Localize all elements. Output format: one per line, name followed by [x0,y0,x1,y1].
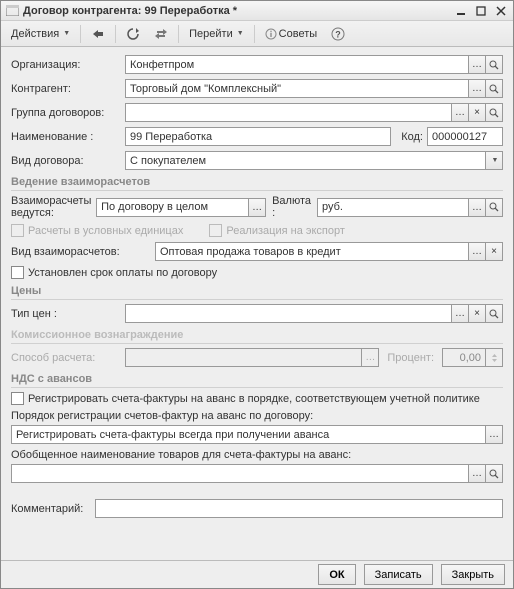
register-invoices-checkbox[interactable] [11,392,24,405]
registration-order-label: Порядок регистрации счетов-фактур на ава… [11,410,503,422]
toolbar: Действия ▼ Перейти ▼ Советы ? [1,21,513,47]
select-button-disabled: … [362,348,379,367]
kind-label: Вид договора: [11,155,121,167]
select-button[interactable]: … [469,242,486,261]
open-button[interactable] [486,304,503,323]
comment-label: Комментарий: [11,503,91,515]
org-label: Организация: [11,59,121,71]
goto-menu[interactable]: Перейти ▼ [183,24,250,44]
partner-label: Контрагент: [11,83,121,95]
section-settlements: Ведение взаиморасчетов [11,176,503,191]
dialog-window: Договор контрагента: 99 Переработка * Де… [0,0,514,589]
save-button[interactable]: Записать [364,564,433,585]
group-label: Группа договоров: [11,107,121,119]
ok-button[interactable]: ОК [318,564,355,585]
open-button[interactable] [486,55,503,74]
conditional-units-label: Расчеты в условных единицах [28,225,183,237]
actions-menu[interactable]: Действия ▼ [5,24,76,44]
dialog-footer: ОК Записать Закрыть [1,560,513,588]
toolbar-sep [178,25,179,43]
open-button[interactable] [486,198,503,217]
close-dialog-button[interactable]: Закрыть [441,564,505,585]
section-vat: НДС с авансов [11,373,503,388]
window-icon [5,4,19,18]
goto-label: Перейти [189,28,233,40]
select-button[interactable]: … [469,198,486,217]
generic-name-label: Обобщенное наименование товаров для счет… [11,449,503,461]
registration-order-field[interactable] [11,425,486,444]
clear-button[interactable]: × [486,242,503,261]
refresh-button[interactable] [120,24,146,44]
select-button[interactable]: … [249,198,266,217]
toolbar-sep [115,25,116,43]
deadline-label: Установлен срок оплаты по договору [28,267,217,279]
comment-field[interactable] [95,499,503,518]
name-field[interactable] [125,127,391,146]
code-field[interactable] [427,127,503,146]
chevron-down-icon: ▼ [237,30,244,37]
code-label: Код: [395,131,423,143]
currency-field[interactable] [317,198,469,217]
generic-name-field[interactable] [11,464,469,483]
tips-label: Советы [279,28,317,40]
settlements-by-field[interactable] [96,198,249,217]
register-invoices-label: Регистрировать счета-фактуры на аванс в … [28,393,480,405]
clear-button[interactable]: × [469,103,486,122]
select-button[interactable]: … [469,464,486,483]
deadline-checkbox[interactable] [11,266,24,279]
settlements-kind-label: Вид взаиморасчетов: [11,246,151,258]
spinner-disabled [486,348,503,367]
export-label: Реализация на экспорт [226,225,345,237]
name-label: Наименование : [11,131,121,143]
toolbar-sep [254,25,255,43]
titlebar: Договор контрагента: 99 Переработка * [1,1,513,21]
commission-percent-label: Процент: [383,352,438,364]
select-button[interactable]: … [452,103,469,122]
group-field[interactable] [125,103,452,122]
swap-button[interactable] [148,24,174,44]
select-button[interactable]: … [486,425,503,444]
export-checkbox [209,224,222,237]
conditional-units-checkbox [11,224,24,237]
select-button[interactable]: … [469,79,486,98]
org-field[interactable] [125,55,469,74]
actions-label: Действия [11,28,59,40]
commission-method-label: Способ расчета: [11,352,121,364]
select-button[interactable]: … [452,304,469,323]
settlements-kind-field[interactable] [155,242,469,261]
minimize-button[interactable] [453,4,469,18]
toolbar-sep [80,25,81,43]
section-prices: Цены [11,285,503,300]
close-button[interactable] [493,4,509,18]
dropdown-button[interactable]: ▼ [486,151,503,170]
currency-label: Валюта : [270,195,313,219]
chevron-down-icon: ▼ [63,30,70,37]
price-type-field[interactable] [125,304,452,323]
open-button[interactable] [486,79,503,98]
svg-text:?: ? [335,29,341,39]
maximize-button[interactable] [473,4,489,18]
price-type-label: Тип цен : [11,308,121,320]
back-button[interactable] [85,24,111,44]
window-title: Договор контрагента: 99 Переработка * [23,5,449,17]
form-content: Организация: … Контрагент: … Группа дого… [1,47,513,560]
help-button[interactable]: ? [325,24,351,44]
commission-method-field [125,348,362,367]
chevron-down-icon: ▼ [492,157,499,164]
open-button[interactable] [486,464,503,483]
tips-button[interactable]: Советы [259,24,323,44]
open-button[interactable] [486,103,503,122]
settlements-by-label: Взаиморасчеты ведутся: [11,195,92,219]
clear-button[interactable]: × [469,304,486,323]
partner-field[interactable] [125,79,469,98]
select-button[interactable]: … [469,55,486,74]
commission-percent-field [442,348,486,367]
section-commission: Комиссионное вознаграждение [11,329,503,344]
kind-field[interactable] [125,151,486,170]
